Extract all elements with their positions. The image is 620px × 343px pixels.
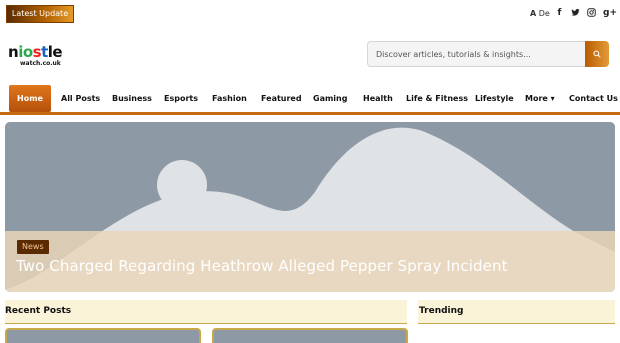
search-icon	[593, 50, 601, 58]
nav-item-fashion[interactable]: Fashion	[212, 85, 247, 112]
language-label-b: De	[538, 9, 550, 18]
latest-update-button[interactable]: Latest Update	[6, 5, 74, 23]
nav-item-gaming[interactable]: Gaming	[313, 85, 347, 112]
logo-subtitle: watch.co.uk	[20, 60, 61, 67]
social-links: f g+	[555, 8, 617, 18]
nav-item-lifestyle[interactable]: Lifestyle	[475, 85, 514, 112]
nav-item-business[interactable]: Business	[112, 85, 152, 112]
trending-header: Trending	[418, 300, 615, 324]
search-input[interactable]	[369, 43, 585, 65]
nav-item-health[interactable]: Health	[363, 85, 393, 112]
category-badge[interactable]: News	[17, 240, 49, 254]
logo-wordmark: niostle	[8, 43, 63, 61]
site-logo[interactable]: niostle watch.co.uk	[8, 44, 70, 70]
nav-item-all-posts[interactable]: All Posts	[61, 85, 100, 112]
facebook-icon[interactable]: f	[555, 8, 564, 18]
main-nav: Home All Posts Business Esports Fashion …	[0, 85, 620, 112]
nav-item-featured[interactable]: Featured	[261, 85, 302, 112]
nav-item-life-fitness[interactable]: Life & Fitness	[406, 85, 468, 112]
search-box	[367, 41, 609, 67]
section-title: Recent Posts	[5, 306, 72, 316]
post-card[interactable]	[212, 328, 408, 343]
google-plus-icon[interactable]: g+	[603, 8, 617, 18]
recent-posts-header: Recent Posts	[5, 300, 407, 324]
post-card[interactable]	[5, 328, 201, 343]
top-bar: Latest Update A De f g+	[0, 0, 620, 30]
nav-item-home[interactable]: Home	[9, 85, 51, 112]
language-label-a: A	[530, 9, 537, 18]
hero-featured-post[interactable]: News Two Charged Regarding Heathrow Alle…	[5, 122, 615, 292]
search-button[interactable]	[585, 41, 609, 67]
nav-item-more[interactable]: More ▾	[525, 85, 555, 112]
twitter-icon[interactable]	[571, 8, 580, 18]
section-title: Trending	[419, 306, 464, 316]
nav-divider	[0, 112, 620, 115]
instagram-icon[interactable]	[587, 8, 596, 18]
nav-item-contact-us[interactable]: Contact Us	[569, 85, 618, 112]
language-switcher[interactable]: A De	[530, 9, 550, 18]
nav-item-esports[interactable]: Esports	[164, 85, 198, 112]
hero-title[interactable]: Two Charged Regarding Heathrow Alleged P…	[16, 257, 508, 275]
